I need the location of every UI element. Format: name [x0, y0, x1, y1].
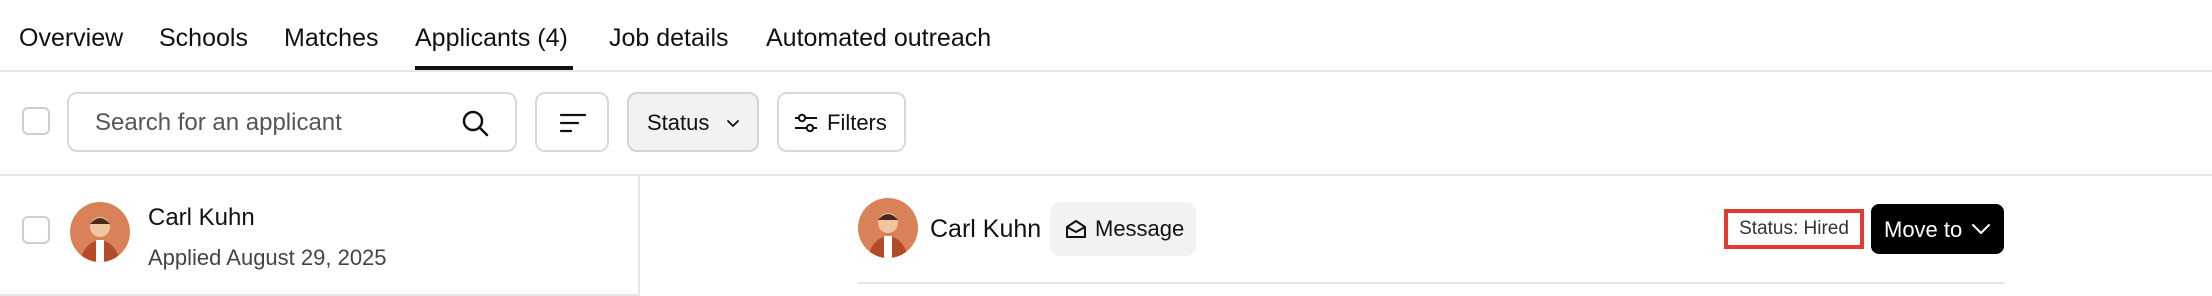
search-input[interactable] — [93, 94, 457, 152]
active-tab-indicator — [415, 66, 573, 70]
sort-lines-icon — [559, 113, 587, 133]
applicants-page: Overview Schools Matches Applicants (4) … — [0, 0, 2212, 296]
move-to-button[interactable]: Move to — [1871, 204, 2004, 254]
status-filter-button[interactable]: Status — [627, 92, 759, 152]
tab-automated-outreach[interactable]: Automated outreach — [766, 24, 991, 53]
tab-applicants[interactable]: Applicants (4) — [415, 24, 568, 53]
move-to-label: Move to — [1884, 217, 1963, 242]
avatar-photo-icon — [858, 198, 918, 258]
filters-label: Filters — [827, 110, 887, 135]
tab-job-details[interactable]: Job details — [609, 24, 729, 53]
search-icon[interactable] — [461, 109, 489, 137]
detail-avatar — [858, 198, 918, 258]
detail-applicant-name: Carl Kuhn — [930, 215, 1042, 243]
search-box — [67, 92, 517, 152]
sort-button[interactable] — [535, 92, 609, 152]
tab-bar: Overview Schools Matches Applicants (4) … — [0, 0, 2212, 72]
status-filter-label: Status — [647, 110, 710, 135]
sliders-icon — [795, 113, 817, 133]
message-button[interactable]: Message — [1050, 202, 1196, 256]
divider — [858, 282, 2004, 284]
list-item[interactable]: Carl Kuhn Applied August 29, 2025 — [0, 174, 638, 294]
chevron-down-icon — [1972, 224, 1990, 234]
chevron-down-icon — [727, 120, 739, 127]
applicant-toolbar: Status Filters — [0, 72, 2212, 176]
status-badge: Status: Hired — [1724, 209, 1864, 249]
avatar-photo-icon — [70, 202, 130, 262]
applicant-list: Carl Kuhn Applied August 29, 2025 — [0, 174, 640, 296]
message-label: Message — [1095, 216, 1185, 241]
tab-matches[interactable]: Matches — [284, 24, 378, 53]
applicant-name: Carl Kuhn — [148, 204, 255, 231]
select-all-checkbox[interactable] — [22, 107, 50, 135]
applicant-checkbox[interactable] — [22, 216, 50, 244]
tab-overview[interactable]: Overview — [19, 24, 123, 53]
envelope-open-icon — [1066, 220, 1086, 238]
filters-button[interactable]: Filters — [777, 92, 906, 152]
tab-schools[interactable]: Schools — [159, 24, 248, 53]
applied-date: Applied August 29, 2025 — [148, 245, 387, 270]
avatar — [70, 202, 130, 262]
